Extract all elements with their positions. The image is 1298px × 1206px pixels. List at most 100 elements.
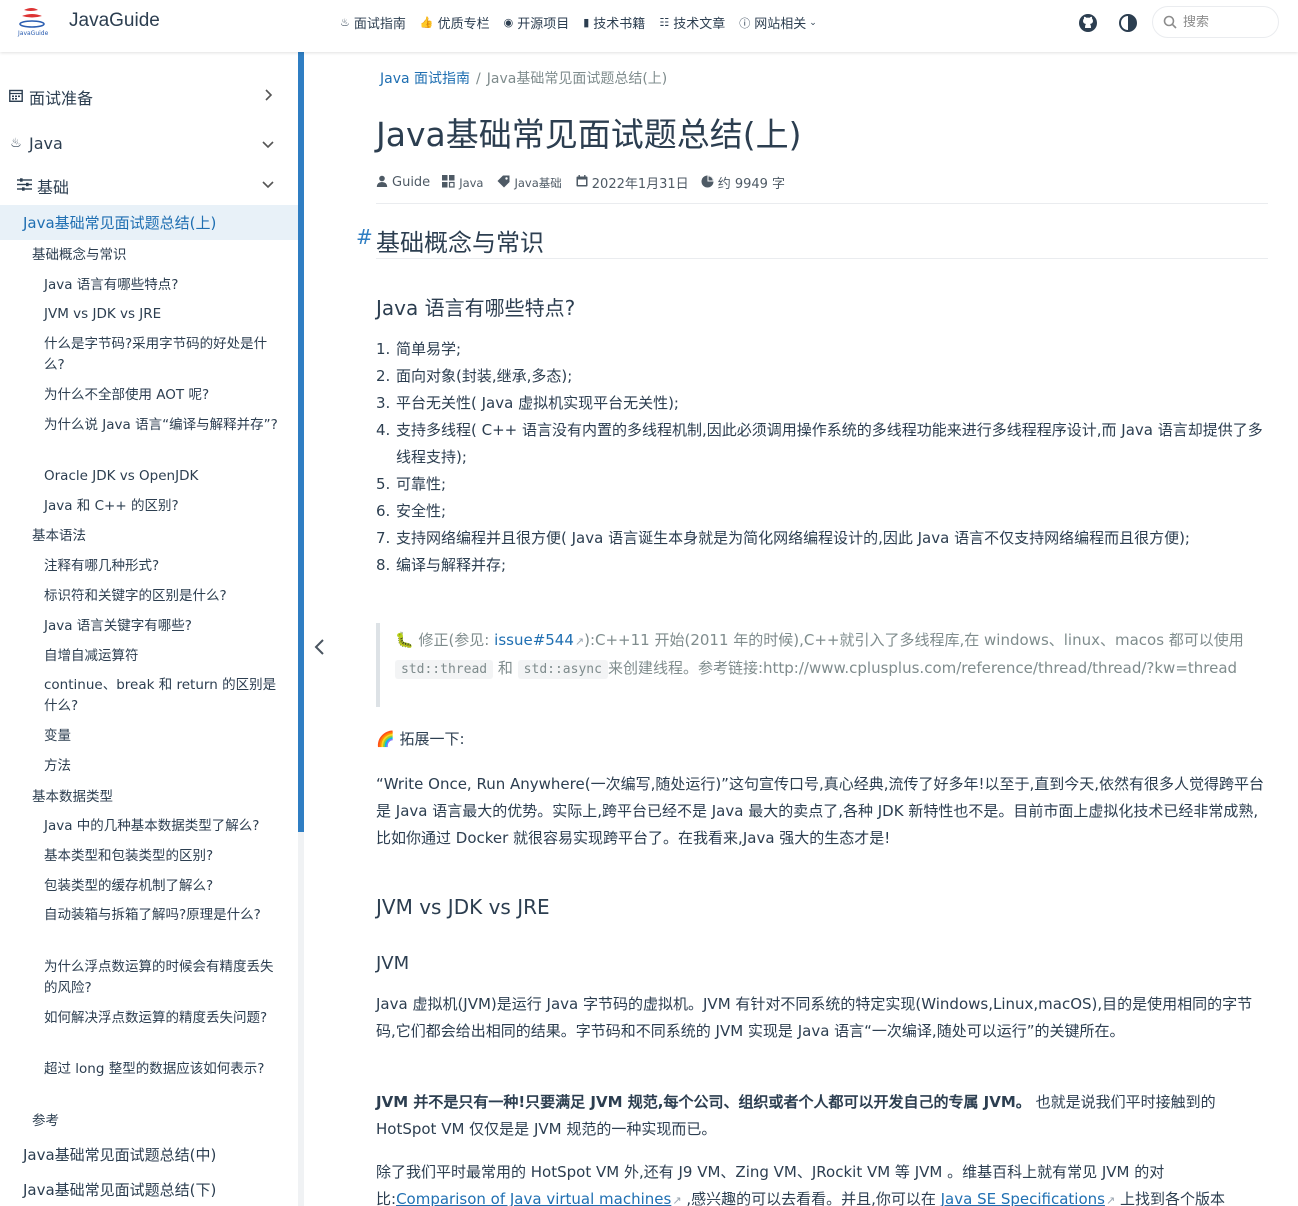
toc-item[interactable]: Java 中的几种基本数据类型了解么? [44,816,280,837]
toc-item[interactable]: 标识符和关键字的区别是什么? [44,586,280,607]
chevron-down-icon [262,141,274,149]
list-item: 6. 安全性; [376,502,447,520]
book-icon: ▮ [583,16,590,29]
svg-text:JavaGuide: JavaGuide [17,30,49,37]
brand-title[interactable]: JavaGuide [69,10,160,32]
sidebar-group-interview-prep[interactable]: 面试准备 [0,85,298,109]
github-icon[interactable] [1078,13,1098,33]
info-icon: ⓘ [739,16,751,30]
jvm-comparison-link[interactable]: Comparison of Java virtual machines [396,1190,671,1206]
toc-item[interactable]: 方法 [44,756,280,777]
inline-code: std::thread [395,660,494,679]
nav-link-columns[interactable]: 👍 优质专栏 [420,13,490,32]
breadcrumb: Java 面试指南 / Java基础常见面试题总结(上) [380,71,668,87]
subsection-heading-jvm: JVM vs JDK vs JRE [376,895,550,919]
list-item: 8. 编译与解释并存; [376,556,507,574]
sliders-icon [16,177,32,195]
section-heading: 基础概念与常识 [376,229,544,257]
toc-item[interactable]: Java 语言有哪些特点? [44,275,280,296]
toc-item[interactable]: continue、break 和 return 的区别是什么? [44,675,280,717]
expand-label: 🌈 拓展一下: [376,730,465,748]
thumbs-up-icon: 👍 [419,16,434,29]
correction-blockquote: 🐛 修正(参见: issue#544↗):C++11 开始(2011 年的时候)… [376,623,1268,707]
sidebar-group-java[interactable]: ♨ Java [0,134,298,153]
toc-item[interactable]: 基础概念与常识 [32,245,127,266]
sidebar-page-basics-part3[interactable]: Java基础常见面试题总结(下) [23,1179,216,1200]
github-icon: ◉ [503,16,514,29]
inline-code: std::async [517,660,608,679]
collapse-sidebar-button[interactable] [310,635,330,659]
divider [376,203,1268,204]
toc-item[interactable]: 如何解决浮点数运算的精度丢失问题? [44,1008,280,1029]
java-se-spec-link[interactable]: Java SE Specifications [941,1190,1105,1206]
sidebar-scrollbar-track[interactable] [298,832,304,1206]
toc-item[interactable]: 基本类型和包装类型的区别? [44,846,280,867]
pie-chart-icon [701,175,714,191]
chevron-right-icon [265,89,273,101]
toc-item[interactable]: 注释有哪几种形式? [44,556,280,577]
expand-paragraph: “Write Once, Run Anywhere(一次编写,随处运行)”这句宣… [376,775,1265,847]
jvm-paragraph-1: Java 虚拟机(JVM)是运行 Java 字节码的虚拟机。JVM 有针对不同系… [376,995,1253,1040]
toc-item[interactable]: Java 语言关键字有哪些? [44,616,280,637]
external-link-icon: ↗ [574,635,585,648]
search-box[interactable] [1152,6,1279,38]
nav-link-site[interactable]: ⓘ 网站相关 ⌄ [739,13,817,33]
issue-link[interactable]: issue#544↗ [494,631,584,649]
nav-link-articles[interactable]: ☷ 技术文章 [659,13,725,32]
sidebar-scrollbar-thumb[interactable] [298,52,304,832]
sidebar-group-basics[interactable]: 基础 [0,174,298,198]
toc-item[interactable]: 基本语法 [32,526,86,547]
article-icon: ☷ [659,16,670,29]
category-link[interactable]: Java [459,176,483,190]
tag-icon [497,175,510,191]
breadcrumb-link[interactable]: Java 面试指南 [380,71,470,87]
toc-item[interactable]: 变量 [44,726,280,747]
toc-item[interactable]: JVM vs JDK vs JRE [44,304,280,325]
toc-item[interactable]: 包装类型的缓存机制了解么? [44,876,280,897]
toc-item[interactable]: 基本数据类型 [32,787,113,808]
search-icon [1163,15,1177,29]
toc-item[interactable]: 自增自减运算符 [44,646,280,667]
toc-item[interactable]: 什么是字节码?采用字节码的好处是什么? [44,334,280,376]
theme-toggle-icon[interactable] [1118,13,1138,33]
subsubsection-heading-jvm: JVM [376,953,410,974]
toc-item[interactable]: 为什么说 Java 语言“编译与解释并存”? [44,415,280,436]
search-input[interactable] [1183,14,1273,30]
tag-link[interactable]: Java基础 [514,175,561,191]
sidebar-page-basics-part2[interactable]: Java基础常见面试题总结(中) [23,1144,216,1165]
list-item: 4. 支持多线程( C++ 语言没有内置的多线程机制,因此必须调用操作系统的多线程… [376,421,1263,466]
toc-item[interactable]: 参考 [32,1111,59,1132]
toc-item[interactable]: 为什么浮点数运算的时候会有精度丢失的风险? [44,957,280,999]
jvm-paragraph-3: 除了我们平时最常用的 HotSpot VM 外,还有 J9 VM、Zing VM… [376,1163,1225,1206]
nav-link-interview-guide[interactable]: ♨ 面试指南 [340,13,406,32]
java-icon: ♨ [340,16,350,29]
java-icon: ♨ [10,136,22,151]
author-name[interactable]: Guide [392,175,430,190]
heading-anchor-link[interactable]: # [356,225,373,249]
toc-item[interactable]: Java 和 C++ 的区别? [44,496,280,517]
word-count: 约 9949 字 [717,177,786,192]
chevron-left-icon [314,639,324,655]
toc-item[interactable]: 超过 long 整型的数据应该如何表示? [44,1059,280,1080]
javaguide-logo[interactable]: JavaGuide [14,6,50,38]
jvm-paragraph-2: JVM 并不是只有一种!只要满足 JVM 规范,每个公司、组织或者个人都可以开发… [376,1093,1216,1138]
chevron-down-icon [262,181,274,189]
toc-item[interactable]: 自动装箱与拆箱了解吗?原理是什么? [44,905,280,926]
chevron-down-icon: ⌄ [809,17,817,28]
page-title: Java基础常见面试题总结(上) [376,115,802,154]
nav-link-open-source[interactable]: ◉ 开源项目 [504,13,570,32]
list-item: 2. 面向对象(封装,继承,多态); [376,367,573,385]
category-icon [442,174,455,191]
nav-link-books[interactable]: ▮ 技术书籍 [583,13,645,32]
top-navbar: JavaGuide JavaGuide ♨ 面试指南 👍 优质专栏 ◉ 开源项目… [0,0,1298,52]
toc-item[interactable]: Oracle JDK vs OpenJDK [44,466,280,487]
article-meta: Guide Java Java基础 2022年1月31日 约 9949 字 [376,173,797,192]
toc-item[interactable]: 为什么不全部使用 AOT 呢? [44,385,280,406]
feature-list: 1. 简单易学; 2. 面向对象(封装,继承,多态); 3. 平台无关性( Java … [376,336,1268,579]
sidebar-page-basics-part1[interactable]: Java基础常见面试题总结(上) [23,212,216,233]
sidebar: 面试准备 ♨ Java 基础 Java基础常见面试题总结(上) 基础概念与常识 … [0,52,298,1206]
breadcrumb-current: Java基础常见面试题总结(上) [486,71,668,87]
list-item: 1. 简单易学; [376,340,462,358]
external-link-icon: ↗ [1105,1194,1116,1206]
list-item: 7. 支持网络编程并且很方便( Java 语言诞生本身就是为简化网络编程设计的,因… [376,529,1190,547]
